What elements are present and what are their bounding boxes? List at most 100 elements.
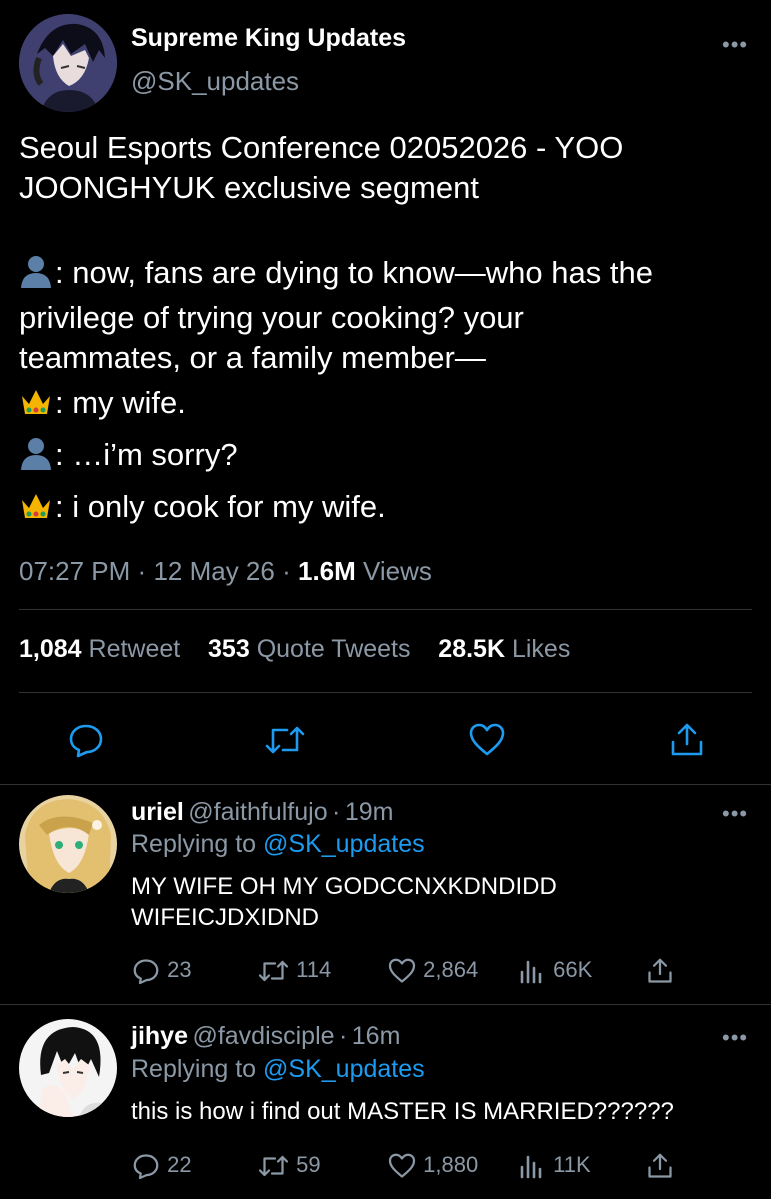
reply-tweet[interactable]: jihye @favdisciple · 16m ••• Replying to… (0, 1005, 771, 1199)
reply-author-name[interactable]: jihye (131, 1022, 188, 1050)
retweet-icon (258, 1155, 289, 1177)
replying-to-link[interactable]: @SK_updates (263, 1055, 425, 1083)
reply-tweet[interactable]: uriel @faithfulfujo · 19m ••• Replying t… (0, 785, 771, 1003)
retweet-button[interactable] (263, 720, 305, 760)
bust-silhouette-icon (21, 438, 51, 470)
heart-icon (469, 723, 505, 756)
retweets-stat[interactable]: 1,084 Retweet (19, 635, 180, 663)
reply-time[interactable]: 19m (345, 798, 394, 826)
dialogue-text: : i only cook for my wife. (55, 489, 386, 524)
retweet-icon (258, 960, 289, 982)
tweet-text-line: JOONGHYUK exclusive segment (19, 170, 479, 205)
retweet-icon (265, 726, 305, 754)
heart-icon (388, 958, 416, 983)
reply-text: this is how i find out MASTER IS MARRIED… (131, 1096, 674, 1127)
likes-count: 28.5K (438, 635, 506, 663)
dialogue-line: : i only cook for my wife. (19, 487, 754, 527)
meta-separator: · (137, 556, 147, 586)
meta-separator: · (339, 1022, 348, 1050)
author-avatar[interactable] (19, 14, 117, 112)
share-icon (648, 1153, 672, 1178)
more-options-icon[interactable]: ••• (722, 32, 748, 58)
share-button[interactable] (667, 720, 707, 760)
dialogue-text: : …i’m sorry? (55, 437, 238, 472)
tweet-text-line: Seoul Esports Conference 02052026 - YOO (19, 130, 624, 165)
quotes-label: Quote Tweets (256, 635, 411, 663)
likes-stat[interactable]: 28.5K Likes (438, 635, 570, 663)
analytics-icon (520, 1155, 542, 1179)
reply-avatar[interactable] (19, 1019, 117, 1117)
dialogue-line: : my wife. (19, 383, 754, 435)
share-icon (671, 723, 703, 756)
reply-header: jihye @favdisciple · 16m (131, 1022, 400, 1051)
tweet-text: Seoul Esports Conference 02052026 - YOO … (19, 128, 754, 527)
reply-like-button[interactable]: 1,880 (387, 1151, 478, 1181)
author-name[interactable]: Supreme King Updates (131, 24, 406, 53)
reply-views-count: 11K (553, 1151, 591, 1177)
replying-prefix: Replying to (131, 1055, 257, 1083)
dialogue-line: : now, fans are dying to know—who has th… (19, 253, 754, 298)
reply-author-name[interactable]: uriel (131, 798, 184, 826)
crown-icon (22, 494, 50, 518)
reply-avatar[interactable] (19, 795, 117, 893)
like-button[interactable] (467, 720, 507, 760)
reply-retweet-button[interactable]: 114 (257, 956, 331, 986)
reply-text: MY WIFE OH MY GODCCNXKDNDIDD WIFEICJDXID… (131, 871, 557, 933)
more-options-icon[interactable]: ••• (722, 1025, 748, 1051)
dialogue-line: teammates, or a family member— (19, 340, 486, 375)
reply-comment-count: 23 (167, 956, 192, 982)
dialogue-text: : now, fans are dying to know—who has th… (55, 255, 653, 290)
views-label: Views (363, 556, 432, 586)
reply-text-line: WIFEICJDXIDND (131, 904, 319, 931)
crown-icon (22, 390, 50, 414)
reply-text-line: MY WIFE OH MY GODCCNXKDNDIDD (131, 873, 557, 900)
comment-icon (69, 724, 103, 758)
reply-button[interactable] (66, 720, 106, 760)
reply-comment-button[interactable]: 23 (131, 956, 192, 986)
more-options-icon[interactable]: ••• (722, 801, 748, 827)
reply-share-button[interactable] (645, 1151, 675, 1181)
reply-like-count: 2,864 (423, 956, 479, 982)
reply-views-count: 66K (553, 956, 593, 982)
tweet-stats: 1,084 Retweet 353 Quote Tweets 28.5K Lik… (19, 635, 570, 664)
likes-label: Likes (511, 635, 571, 663)
reply-views-button[interactable]: 66K (517, 956, 592, 986)
reply-time[interactable]: 16m (352, 1022, 401, 1050)
reply-comment-button[interactable]: 22 (131, 1151, 192, 1181)
reply-retweet-button[interactable]: 59 (257, 1151, 321, 1181)
dialogue-text: : my wife. (55, 385, 186, 420)
reply-author-handle[interactable]: @faithfulfujo (188, 798, 327, 826)
reply-share-button[interactable] (645, 956, 675, 986)
tweet-time[interactable]: 07:27 PM (19, 556, 130, 586)
views-count: 1.6M (297, 556, 356, 586)
dialogue-line: : …i’m sorry? (19, 435, 754, 487)
reply-comment-count: 22 (167, 1151, 192, 1177)
tweet-date[interactable]: 12 May 26 (153, 556, 274, 586)
reply-retweet-count: 59 (296, 1151, 321, 1177)
reply-author-handle[interactable]: @favdisciple (192, 1022, 334, 1050)
divider (19, 609, 752, 610)
quotes-stat[interactable]: 353 Quote Tweets (208, 635, 410, 663)
reply-text-line: this is how i find out MASTER IS MARRIED… (131, 1098, 674, 1125)
comment-icon (133, 1154, 159, 1180)
quotes-count: 353 (208, 635, 250, 663)
reply-like-count: 1,880 (423, 1151, 479, 1177)
share-icon (648, 958, 672, 983)
retweets-label: Retweet (88, 635, 181, 663)
reply-views-button[interactable]: 11K (517, 1151, 591, 1181)
retweets-count: 1,084 (19, 635, 82, 663)
tweet-meta: 07:27 PM · 12 May 26 · 1.6M Views (19, 556, 432, 587)
meta-separator: · (282, 556, 291, 586)
meta-separator: · (332, 798, 341, 826)
reply-header: uriel @faithfulfujo · 19m (131, 798, 393, 827)
divider (19, 692, 752, 693)
reply-retweet-count: 114 (296, 956, 332, 982)
author-handle[interactable]: @SK_updates (131, 66, 299, 97)
analytics-icon (520, 960, 542, 984)
reply-like-button[interactable]: 2,864 (387, 956, 478, 986)
replying-to: Replying to @SK_updates (131, 830, 425, 859)
replying-to: Replying to @SK_updates (131, 1055, 425, 1084)
heart-icon (388, 1153, 416, 1178)
replying-to-link[interactable]: @SK_updates (263, 830, 425, 858)
comment-icon (133, 959, 159, 985)
